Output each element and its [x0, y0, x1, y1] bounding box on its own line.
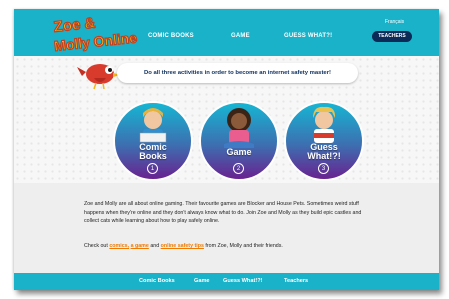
logo-image: Zoe & Molly Online — [52, 14, 138, 55]
activity-game[interactable]: Game 2 — [198, 100, 280, 182]
check-out-prefix: Check out — [84, 243, 108, 249]
nav-guess-what[interactable]: GUESS WHAT?! — [284, 33, 332, 39]
footer-comic-books-link[interactable]: Comic Books — [139, 278, 175, 284]
site-footer: Comic Books Game Guess What!?! Teachers — [14, 273, 439, 290]
footer-game-link[interactable]: Game — [194, 278, 210, 284]
and-text: and — [150, 243, 160, 249]
language-link[interactable]: Français — [385, 19, 404, 25]
page: Zoe & Molly Online COMIC BOOKS GAME GUES… — [14, 9, 439, 290]
intro-paragraph: Zoe and Molly are all about online gamin… — [84, 201, 362, 225]
footer-guess-what-link[interactable]: Guess What!?! — [223, 278, 262, 284]
teachers-button[interactable]: TEACHERS — [372, 31, 412, 42]
nav-game[interactable]: GAME — [231, 33, 250, 39]
comics-link[interactable]: comics, — [109, 243, 129, 249]
check-out-suffix: from Zoe, Molly and their friends. — [205, 243, 283, 249]
online-safety-tips-link[interactable]: online safety tips — [161, 243, 204, 249]
activity-label-line2: What!?! — [307, 151, 341, 161]
activity-label-line2: Books — [139, 151, 167, 161]
nav-comic-books[interactable]: COMIC BOOKS — [148, 33, 194, 39]
game-link[interactable]: a game — [131, 243, 149, 249]
check-out-paragraph: Check out comics, a game and online safe… — [84, 242, 377, 251]
activity-comic-books[interactable]: Comic Books 1 — [112, 100, 194, 182]
activity-number: 1 — [147, 163, 158, 174]
activity-guess-what[interactable]: Guess What!?! 3 — [283, 100, 365, 182]
site-header: Zoe & Molly Online COMIC BOOKS GAME GUES… — [14, 9, 439, 56]
instructions-banner: Do all three activities in order to beco… — [117, 63, 358, 83]
activity-number: 2 — [233, 163, 244, 174]
site-logo[interactable]: Zoe & Molly Online — [52, 14, 146, 55]
red-bird-mascot-icon — [77, 64, 121, 90]
logo-line1: Zoe & — [53, 15, 96, 36]
footer-teachers-link[interactable]: Teachers — [284, 278, 308, 284]
activity-label-line1: Game — [226, 147, 252, 157]
intro-section: Zoe and Molly are all about online gamin… — [14, 183, 439, 274]
activity-number: 3 — [318, 163, 329, 174]
